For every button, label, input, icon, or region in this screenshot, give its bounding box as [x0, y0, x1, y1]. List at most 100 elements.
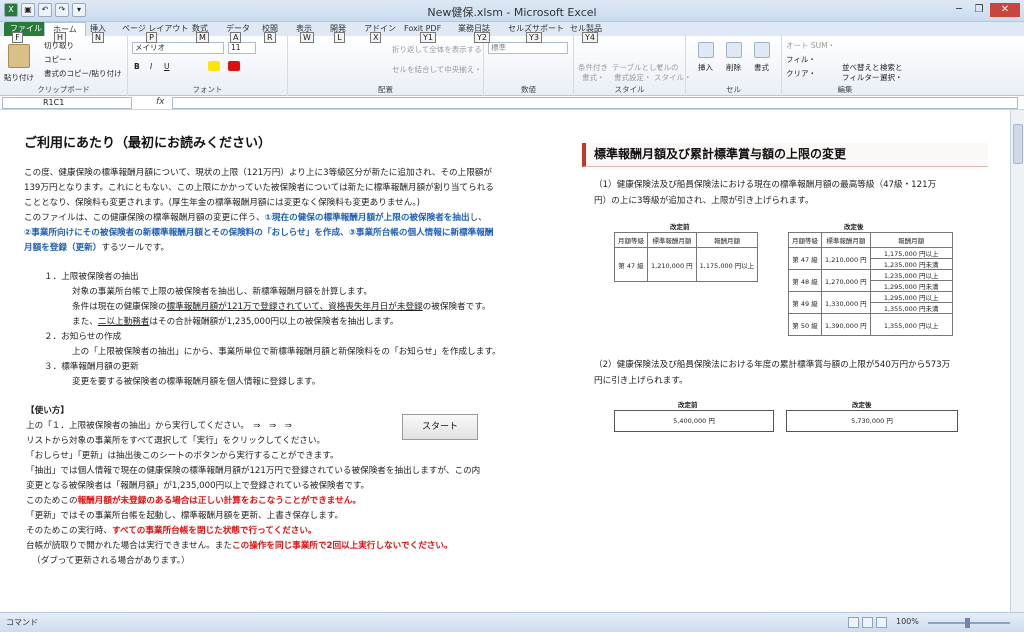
table-cell: 第 47 級	[614, 247, 648, 282]
restore-button[interactable]: ❐	[970, 3, 988, 17]
cells-group-label: セル	[726, 85, 741, 94]
howto-line-10: （ダブって更新される場合があります。）	[32, 556, 190, 566]
keytip-business-log: Y2	[474, 32, 490, 43]
editing-group-label: 編集	[837, 85, 853, 94]
cells-group: 挿入 削除 書式 セル	[686, 36, 782, 96]
font-name-box[interactable]: メイリオ	[132, 42, 224, 54]
howto-line-6: このためこの報酬月額が未登録のある場合は正しい計算をおこなうことができません。	[26, 494, 361, 509]
clipboard-group: 貼り付け 切り取り コピー・ 書式のコピー/貼り付け クリップボード	[0, 36, 128, 96]
section-2-title: ２．お知らせの作成	[44, 332, 122, 342]
italic-icon[interactable]: I	[150, 62, 152, 71]
section-1-line-3c: はその合計報酬額が1,235,000円以上の被保険者を抽出します。	[149, 317, 399, 327]
keytip-view: W	[300, 32, 314, 43]
styles-group-label: スタイル	[614, 85, 645, 94]
merge-center-button[interactable]: セルを結合して中央揃え・	[392, 64, 482, 75]
intro-line-6b: するツールです。	[101, 243, 170, 253]
howto-line-5: 変更となる被保険者は「報酬月額」が1,235,000円以上で登録されている被保険…	[26, 481, 370, 491]
bonus-before-caption: 改定前	[678, 401, 698, 409]
howto-line-8: そのためこの実行時、すべての事業所台帳を閉じた状態で行ってください。	[26, 524, 317, 539]
intro-line-4: このファイルは、この健康保険の標準報酬月額の変更に伴う、①現在の健保の標準報酬月…	[24, 211, 487, 226]
clipboard-group-label: クリップボード	[37, 85, 90, 94]
section-3-line-1: 変更を要する被保険者の標準報酬月額を個人情報に登録します。	[72, 377, 321, 387]
alignment-group: 折り返して全体を表示する セルを結合して中央揃え・ 配置	[288, 36, 484, 96]
intro-line-2: 139万円となります。これにともない、この上限にかかっていた被保険者については新…	[24, 183, 494, 193]
worksheet[interactable]: ご利用にあたり（最初にお読みください） この度、健康保険の標準報酬月額について、…	[0, 110, 1024, 612]
table-cell: 第 47 級	[788, 247, 822, 270]
howto-line-8a: そのためこの実行時、	[26, 526, 112, 536]
table-cell: 1,175,000 円以上	[695, 247, 759, 282]
scrollbar-thumb[interactable]	[1013, 124, 1023, 164]
table-header: 標準報酬月額	[647, 232, 697, 248]
autosum-button[interactable]: オート SUM・	[786, 40, 835, 51]
fill-button[interactable]: フィル・	[786, 54, 816, 65]
keytip-cells-products: Y4	[582, 32, 598, 43]
wrap-text-button[interactable]: 折り返して全体を表示する	[392, 44, 482, 55]
howto-title: 【使い方】	[26, 406, 69, 416]
table-row: 月額等級 標準報酬月額 報酬月額	[614, 232, 759, 248]
highlight-color-icon[interactable]	[208, 61, 220, 71]
vertical-scrollbar[interactable]	[1010, 110, 1024, 612]
section-1-title: １．上限被保険者の抽出	[44, 272, 139, 282]
page-layout-view-icon[interactable]	[862, 617, 873, 628]
howto-line-6b: 報酬月額が未登録のある場合は正しい計算をおこなうことができません。	[77, 496, 361, 506]
insert-cells-icon[interactable]	[698, 42, 714, 58]
font-color-icon[interactable]	[228, 61, 240, 71]
title-bar: X ▣ ↶ ↷ ▾ New健保.xlsm - Microsoft Excel ─…	[0, 0, 1024, 22]
bonus-after-caption: 改定後	[852, 401, 872, 409]
limit-note-1b: 円）の上に3等級が追加され、上限が引き上げられます。	[594, 196, 814, 206]
table-cell: 1,210,000 円	[821, 247, 871, 270]
format-cells-button[interactable]: 書式	[754, 62, 769, 73]
intro-line-4c: し、	[469, 213, 487, 223]
tab-file[interactable]: ファイル	[4, 22, 48, 36]
minimize-button[interactable]: ─	[950, 3, 968, 17]
section-1-line-3: また、二以上勤務者はその合計報酬額が1,235,000円以上の被保険者を抽出しま…	[72, 315, 399, 330]
limit-note-1a: （1）健康保険法及び船員保険法における現在の標準報酬月額の最高等級（47級・12…	[594, 180, 937, 190]
before-table: 月額等級 標準報酬月額 報酬月額 第 47 級 1,210,000 円 1,17…	[614, 232, 759, 282]
paste-label[interactable]: 貼り付け	[4, 72, 34, 83]
table-row: 第 48 級 1,270,000 円 1,235,000 円以上	[788, 269, 953, 292]
intro-line-6: 月額を登録（更新）するツールです。	[24, 241, 169, 256]
clear-button[interactable]: クリア・	[786, 68, 816, 79]
section-1-line-2c: の被保険者です。	[422, 302, 491, 312]
format-cells-icon[interactable]	[754, 42, 770, 58]
table-cell: 1,330,000 円	[821, 291, 871, 314]
format-as-table-label2: 書式設定・	[614, 73, 652, 82]
normal-view-icon[interactable]	[848, 617, 859, 628]
table-cell: 1,295,000 円未満	[869, 280, 953, 292]
underline-icon[interactable]: U	[164, 62, 170, 71]
close-button[interactable]: ✕	[990, 3, 1020, 17]
paste-icon[interactable]	[8, 44, 30, 68]
page-break-view-icon[interactable]	[876, 617, 887, 628]
formula-input[interactable]	[172, 97, 1018, 109]
name-box[interactable]: R1C1	[2, 97, 132, 109]
table-cell: 1,270,000 円	[821, 269, 871, 292]
start-button[interactable]: スタート	[402, 414, 478, 440]
number-group: 標準 数値	[484, 36, 574, 96]
insert-cells-button[interactable]: 挿入	[698, 62, 713, 73]
bold-icon[interactable]: B	[134, 62, 140, 71]
limit-note-2a: （2）健康保険法及び船員保険法における年度の累計標準賞与額の上限が540万円から…	[594, 360, 951, 370]
keytip-cells-support: Y3	[526, 32, 542, 43]
font-size-box[interactable]: 11	[228, 42, 256, 54]
section-1-line-3b: 二以上勤務者	[97, 317, 150, 327]
zoom-level[interactable]: 100%	[896, 617, 919, 626]
after-table: 月額等級 標準報酬月額 報酬月額 第 47 級 1,210,000 円 1,17…	[788, 232, 953, 336]
howto-line-2: リストから対象の事業所をすべて選択して「実行」をクリックしてください。	[26, 436, 326, 446]
section-1-line-2: 条件は現在の健康保険の標準報酬月額が121万で登録されていて、資格喪失年月日が未…	[72, 300, 491, 315]
table-cell: 1,355,000 円以上	[869, 313, 953, 336]
section-1-line-3a: また、	[72, 317, 98, 327]
copy-button[interactable]: コピー・	[44, 54, 74, 65]
delete-cells-icon[interactable]	[726, 42, 742, 58]
delete-cells-button[interactable]: 削除	[726, 62, 741, 73]
insert-function-icon[interactable]: fx	[156, 97, 165, 107]
howto-line-8b: すべての事業所台帳を閉じた状態で行ってください。	[111, 526, 317, 536]
number-format-box[interactable]: 標準	[488, 42, 568, 54]
zoom-slider-handle[interactable]	[965, 618, 970, 628]
keytip-developer: L	[334, 32, 345, 43]
keytip-insert: N	[92, 32, 104, 43]
after-table-caption: 改定後	[844, 223, 864, 231]
format-painter-button[interactable]: 書式のコピー/貼り付け	[44, 68, 122, 79]
table-header: 標準報酬月額	[821, 232, 871, 248]
intro-line-5: ②事業所向けにその被保険者の新標準報酬月額とその保険料の「おしらせ」を作成、③事…	[24, 228, 494, 238]
before-table-caption: 改定前	[670, 223, 690, 231]
